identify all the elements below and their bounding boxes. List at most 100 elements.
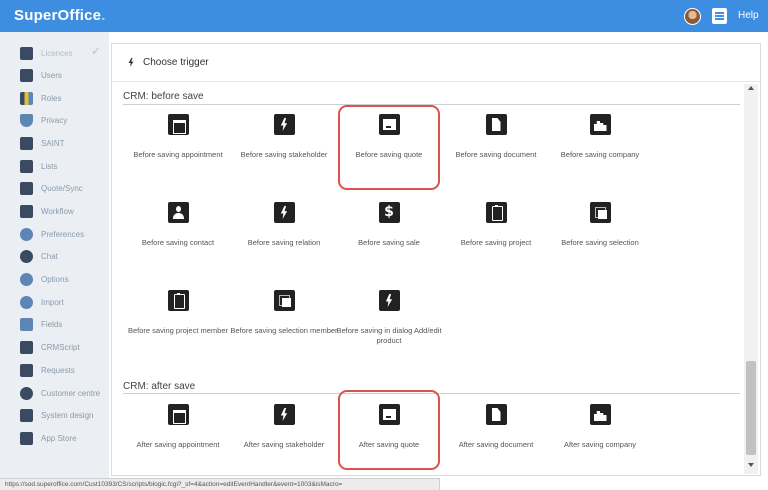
sidebar-item-label: Customer centre bbox=[41, 388, 101, 398]
sidebar-item-users[interactable]: Users bbox=[20, 66, 62, 84]
sidebar-item-label: Roles bbox=[41, 93, 62, 103]
sidebar-item-workflow[interactable]: Workflow bbox=[20, 202, 74, 220]
avatar[interactable] bbox=[684, 8, 701, 25]
page-title-text: Choose trigger bbox=[143, 57, 209, 68]
sidebar-item-customer-centre[interactable]: Customer centre bbox=[20, 384, 100, 402]
trigger-before-saving-stakeholder[interactable]: Before saving stakeholder bbox=[229, 114, 339, 160]
trigger-before-saving-relation[interactable]: Before saving relation bbox=[229, 202, 339, 248]
sidebar-item-label: Licences bbox=[41, 48, 73, 58]
sidebar-item-privacy[interactable]: Privacy bbox=[20, 111, 67, 129]
sidebar-item-crmscript[interactable]: CRMScript bbox=[20, 338, 80, 356]
sidebar-item-label: Users bbox=[41, 70, 62, 80]
user-icon bbox=[20, 68, 33, 82]
document-icon bbox=[485, 114, 507, 135]
trigger-label: Before saving in dialog Add/edit product bbox=[336, 326, 442, 345]
sidebar-item-requests[interactable]: Requests bbox=[20, 361, 75, 379]
clipboard-icon bbox=[167, 290, 189, 311]
trigger-after-saving-appointment[interactable]: After saving appointment bbox=[123, 404, 233, 450]
trigger-before-saving-selection[interactable]: Before saving selection bbox=[545, 202, 655, 248]
highlight-before-saving-quote bbox=[338, 105, 440, 190]
trigger-label: Before saving stakeholder bbox=[240, 150, 328, 159]
sidebar-item-label: System design bbox=[41, 410, 94, 420]
section-title-after-save: CRM: after save bbox=[123, 381, 196, 392]
roles-icon bbox=[20, 91, 33, 105]
sidebar-item-lists[interactable]: Lists bbox=[20, 157, 57, 175]
scrollbar-thumb[interactable] bbox=[746, 361, 756, 455]
trigger-label: Before saving selection bbox=[561, 238, 639, 247]
signpost-icon bbox=[20, 204, 33, 218]
trigger-label: After saving appointment bbox=[136, 440, 220, 449]
trigger-label: Before saving relation bbox=[247, 238, 321, 247]
sidebar-item-label: Options bbox=[41, 274, 69, 284]
highlight-after-saving-quote bbox=[338, 390, 440, 470]
trigger-before-saving-sale[interactable]: Before saving sale bbox=[334, 202, 444, 248]
letter-a-icon bbox=[20, 431, 33, 445]
trigger-label: Before saving selection member bbox=[230, 326, 338, 335]
logo-dot: . bbox=[101, 7, 106, 24]
sidebar-item-fields[interactable]: Fields bbox=[20, 315, 62, 333]
status-bar-url: https://sod.superoffice.com/Cust10393/CS… bbox=[0, 478, 440, 490]
trigger-before-saving-project-member[interactable]: Before saving project member bbox=[123, 290, 233, 336]
bolt-icon bbox=[273, 114, 295, 135]
trigger-label: Before saving project bbox=[460, 238, 532, 247]
trigger-label: After saving stakeholder bbox=[243, 440, 325, 449]
document-icon bbox=[485, 404, 507, 425]
trigger-label: After saving document bbox=[458, 440, 534, 449]
sidebar-item-label: Import bbox=[41, 297, 64, 307]
window-icon bbox=[20, 408, 33, 422]
superoffice-logo[interactable]: SuperOffice. bbox=[14, 7, 106, 24]
bolt-icon bbox=[128, 58, 134, 67]
trigger-before-saving-selection-member[interactable]: Before saving selection member bbox=[229, 290, 339, 336]
document-icon[interactable] bbox=[712, 8, 727, 24]
gear-icon bbox=[20, 272, 33, 286]
sidebar-item-app-store[interactable]: App Store bbox=[20, 429, 77, 447]
import-icon bbox=[20, 295, 33, 309]
pencil-icon bbox=[20, 363, 33, 377]
section-title-before-save: CRM: before save bbox=[123, 91, 204, 102]
sidebar-item-saint[interactable]: SAINT bbox=[20, 134, 65, 152]
sidebar-item-system-design[interactable]: System design bbox=[20, 406, 93, 424]
gear-icon bbox=[20, 227, 33, 241]
sidebar-item-roles[interactable]: Roles bbox=[20, 89, 61, 107]
fields-icon bbox=[20, 317, 33, 331]
sidebar-item-label: Preferences bbox=[41, 229, 85, 239]
sidebar-item-label: Chat bbox=[41, 251, 58, 261]
sidebar-item-licences[interactable]: Licences bbox=[20, 44, 73, 62]
sidebar-item-label: Lists bbox=[41, 161, 58, 171]
sidebar-item-quote-sync[interactable]: Quote/Sync bbox=[20, 179, 83, 197]
scroll-up-arrow-icon[interactable] bbox=[748, 86, 754, 90]
trigger-before-saving-in-dialog-add-edit-product[interactable]: Before saving in dialog Add/edit product bbox=[334, 290, 444, 346]
shield-icon bbox=[20, 113, 33, 127]
calendar-icon bbox=[167, 114, 189, 135]
page-title: Choose trigger bbox=[128, 57, 209, 68]
globe-icon bbox=[20, 386, 33, 400]
trigger-after-saving-document[interactable]: After saving document bbox=[441, 404, 551, 450]
lock-icon bbox=[20, 46, 33, 60]
selection-icon bbox=[589, 202, 611, 223]
sidebar-item-label: Quote/Sync bbox=[41, 183, 83, 193]
trigger-before-saving-appointment[interactable]: Before saving appointment bbox=[123, 114, 233, 160]
company-icon bbox=[589, 114, 611, 135]
trigger-before-saving-project[interactable]: Before saving project bbox=[441, 202, 551, 248]
header-divider bbox=[112, 81, 760, 82]
sidebar-item-chat[interactable]: Chat bbox=[20, 247, 58, 265]
sidebar-item-preferences[interactable]: Preferences bbox=[20, 225, 84, 243]
sidebar-item-options[interactable]: Options bbox=[20, 270, 69, 288]
trigger-before-saving-document[interactable]: Before saving document bbox=[441, 114, 551, 160]
sidebar-item-label: App Store bbox=[41, 433, 77, 443]
script-icon bbox=[20, 340, 33, 354]
chat-bubble-icon bbox=[20, 249, 33, 263]
scroll-down-arrow-icon[interactable] bbox=[748, 463, 754, 467]
calendar-icon bbox=[167, 404, 189, 425]
trigger-label: Before saving company bbox=[560, 150, 640, 159]
trigger-before-saving-company[interactable]: Before saving company bbox=[545, 114, 655, 160]
trigger-after-saving-company[interactable]: After saving company bbox=[545, 404, 655, 450]
sidebar-item-label: SAINT bbox=[41, 138, 65, 148]
help-link[interactable]: Help bbox=[738, 10, 759, 21]
bolt-icon bbox=[273, 404, 295, 425]
list-icon bbox=[20, 159, 33, 173]
trigger-after-saving-stakeholder[interactable]: After saving stakeholder bbox=[229, 404, 339, 450]
sidebar-item-import[interactable]: Import bbox=[20, 293, 64, 311]
logo-text: SuperOffice bbox=[14, 7, 102, 24]
trigger-before-saving-contact[interactable]: Before saving contact bbox=[123, 202, 233, 248]
